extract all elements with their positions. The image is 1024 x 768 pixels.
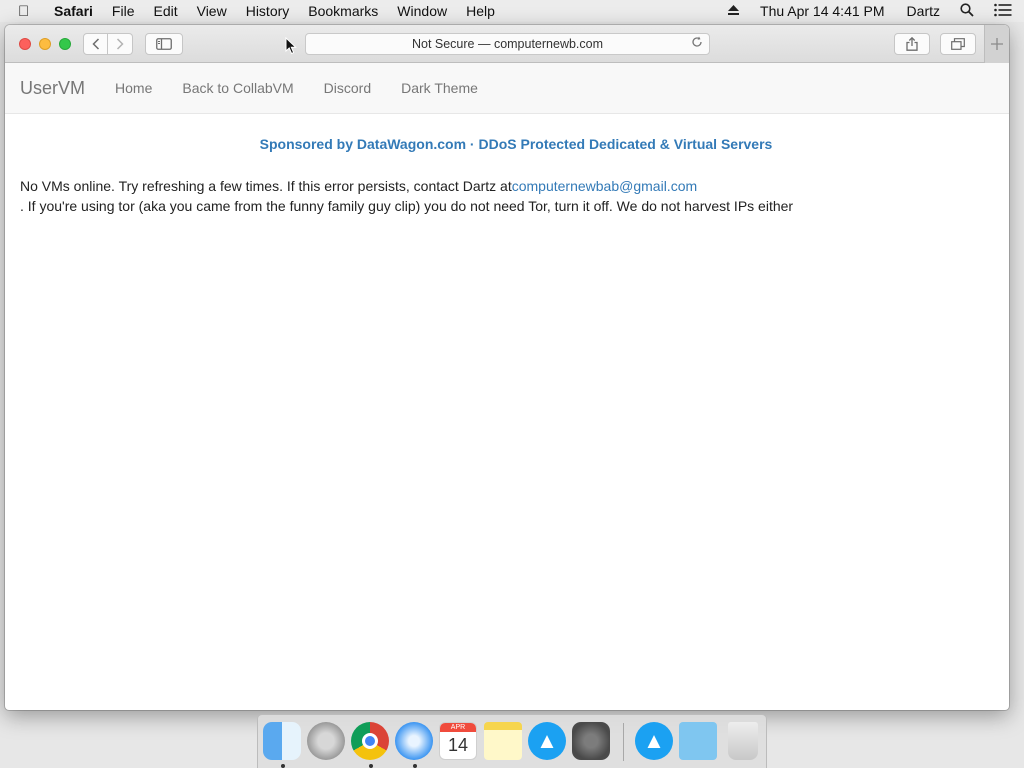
menu-edit[interactable]: Edit [153, 3, 177, 19]
mouse-cursor-icon [285, 37, 297, 55]
downloads-folder-icon[interactable] [679, 722, 717, 760]
menu-help[interactable]: Help [466, 3, 495, 19]
sidebar-icon [156, 38, 172, 50]
menu-user[interactable]: Dartz [907, 3, 940, 19]
contact-email-link[interactable]: computernewbab@gmail.com [512, 178, 697, 194]
menu-view[interactable]: View [197, 3, 227, 19]
sponsor-link[interactable]: Sponsored by DataWagon.com · DDoS Protec… [5, 136, 1009, 152]
tor-notice-text: . If you're using tor (aka you came from… [20, 198, 794, 214]
new-tab-button[interactable] [984, 25, 1009, 63]
calendar-icon[interactable]: APR 14 [439, 722, 477, 760]
notes-icon[interactable] [484, 722, 522, 760]
eject-icon[interactable] [727, 3, 740, 19]
menu-history[interactable]: History [246, 3, 290, 19]
error-message: No VMs online. Try refreshing a few time… [20, 176, 980, 216]
apple-icon[interactable]:  [18, 3, 40, 20]
spotlight-search-icon[interactable] [960, 2, 974, 20]
error-message-text: No VMs online. Try refreshing a few time… [20, 178, 512, 194]
dock: APR 14 ▲ ▲ [257, 714, 767, 768]
safari-window: Not Secure — computernewb.com UserVM Hom… [5, 25, 1009, 710]
minimize-window-button[interactable] [39, 38, 51, 50]
nav-discord-link[interactable]: Discord [324, 80, 371, 96]
site-navbar: UserVM Home Back to CollabVM Discord Dar… [5, 63, 1009, 114]
tabs-icon [951, 38, 965, 50]
menu-window[interactable]: Window [397, 3, 447, 19]
system-preferences-icon[interactable] [572, 722, 610, 760]
dock-separator [623, 723, 624, 761]
app-store-icon[interactable]: ▲ [528, 722, 566, 760]
close-window-button[interactable] [19, 38, 31, 50]
chrome-running-indicator [369, 764, 373, 768]
chevron-left-icon [91, 38, 99, 50]
history-navigation [83, 33, 133, 55]
show-tabs-button[interactable] [940, 33, 976, 55]
site-brand[interactable]: UserVM [20, 78, 85, 99]
menu-app-safari[interactable]: Safari [54, 3, 93, 19]
safari-icon[interactable] [395, 722, 433, 760]
plus-icon [991, 38, 1003, 50]
calendar-month: APR [440, 723, 476, 732]
safari-running-indicator [413, 764, 417, 768]
menu-bar:  Safari File Edit View History Bookmark… [0, 0, 1024, 22]
zoom-window-button[interactable] [59, 38, 71, 50]
address-bar[interactable]: Not Secure — computernewb.com [305, 33, 710, 55]
forward-button[interactable] [108, 33, 133, 55]
nav-dark-theme-link[interactable]: Dark Theme [401, 80, 478, 96]
finder-running-indicator [281, 764, 285, 768]
menu-bookmarks[interactable]: Bookmarks [308, 3, 378, 19]
browser-toolbar: Not Secure — computernewb.com [5, 25, 1009, 63]
back-button[interactable] [83, 33, 108, 55]
launchpad-icon[interactable] [307, 722, 345, 760]
nav-back-to-collabvm-link[interactable]: Back to CollabVM [182, 80, 293, 96]
notification-center-icon[interactable] [994, 3, 1012, 20]
show-sidebar-button[interactable] [145, 33, 183, 55]
finder-icon[interactable] [263, 722, 301, 760]
calendar-day: 14 [447, 735, 469, 755]
chevron-right-icon [116, 38, 124, 50]
chrome-icon[interactable] [351, 722, 389, 760]
nav-home-link[interactable]: Home [115, 80, 152, 96]
reload-icon[interactable] [691, 36, 703, 51]
share-button[interactable] [894, 33, 930, 55]
menu-file[interactable]: File [112, 3, 135, 19]
menu-clock[interactable]: Thu Apr 14 4:41 PM [760, 3, 885, 19]
address-text: Not Secure — computernewb.com [411, 37, 604, 51]
share-icon [906, 37, 918, 51]
trash-icon[interactable] [728, 722, 758, 760]
app-store-download-icon[interactable]: ▲ [635, 722, 673, 760]
